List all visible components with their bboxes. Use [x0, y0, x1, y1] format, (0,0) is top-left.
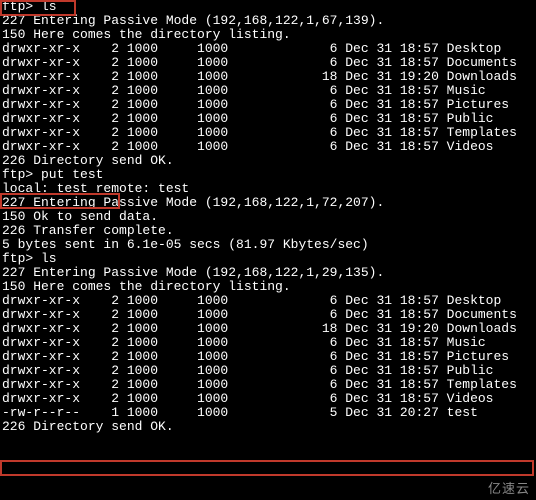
- terminal-line: drwxr-xr-x 2 1000 1000 6 Dec 31 18:57 Vi…: [2, 392, 534, 406]
- terminal-line: 227 Entering Passive Mode (192,168,122,1…: [2, 196, 534, 210]
- terminal-line: drwxr-xr-x 2 1000 1000 6 Dec 31 18:57 Pi…: [2, 350, 534, 364]
- watermark-text: 亿速云: [488, 482, 530, 496]
- terminal-line: 150 Here comes the directory listing.: [2, 280, 534, 294]
- terminal-line: 227 Entering Passive Mode (192,168,122,1…: [2, 14, 534, 28]
- terminal-line: 226 Transfer complete.: [2, 224, 534, 238]
- terminal-line: ftp> put test: [2, 168, 534, 182]
- terminal-line: 150 Here comes the directory listing.: [2, 28, 534, 42]
- terminal-line: drwxr-xr-x 2 1000 1000 6 Dec 31 18:57 De…: [2, 294, 534, 308]
- terminal-line: drwxr-xr-x 2 1000 1000 6 Dec 31 18:57 Te…: [2, 126, 534, 140]
- terminal-line: drwxr-xr-x 2 1000 1000 6 Dec 31 18:57 Te…: [2, 378, 534, 392]
- terminal-line: drwxr-xr-x 2 1000 1000 6 Dec 31 18:57 Do…: [2, 56, 534, 70]
- terminal-line: 227 Entering Passive Mode (192,168,122,1…: [2, 266, 534, 280]
- terminal-line: 5 bytes sent in 6.1e-05 secs (81.97 Kbyt…: [2, 238, 534, 252]
- terminal-line: drwxr-xr-x 2 1000 1000 6 Dec 31 18:57 De…: [2, 42, 534, 56]
- terminal-line: ftp> ls: [2, 0, 534, 14]
- highlight-box-test-row: [0, 460, 534, 476]
- terminal-line: -rw-r--r-- 1 1000 1000 5 Dec 31 20:27 te…: [2, 406, 534, 420]
- terminal-line: drwxr-xr-x 2 1000 1000 6 Dec 31 18:57 Pu…: [2, 364, 534, 378]
- terminal-line: local: test remote: test: [2, 182, 534, 196]
- terminal-line: drwxr-xr-x 2 1000 1000 6 Dec 31 18:57 Do…: [2, 308, 534, 322]
- terminal-line: ftp> ls: [2, 252, 534, 266]
- terminal-line: drwxr-xr-x 2 1000 1000 6 Dec 31 18:57 Mu…: [2, 84, 534, 98]
- terminal-output[interactable]: ftp> ls227 Entering Passive Mode (192,16…: [0, 0, 536, 434]
- terminal-line: 226 Directory send OK.: [2, 154, 534, 168]
- terminal-line: drwxr-xr-x 2 1000 1000 6 Dec 31 18:57 Pi…: [2, 98, 534, 112]
- terminal-line: drwxr-xr-x 2 1000 1000 6 Dec 31 18:57 Mu…: [2, 336, 534, 350]
- terminal-line: drwxr-xr-x 2 1000 1000 18 Dec 31 19:20 D…: [2, 322, 534, 336]
- terminal-line: 226 Directory send OK.: [2, 420, 534, 434]
- terminal-line: 150 Ok to send data.: [2, 210, 534, 224]
- terminal-line: drwxr-xr-x 2 1000 1000 18 Dec 31 19:20 D…: [2, 70, 534, 84]
- terminal-line: drwxr-xr-x 2 1000 1000 6 Dec 31 18:57 Pu…: [2, 112, 534, 126]
- terminal-line: drwxr-xr-x 2 1000 1000 6 Dec 31 18:57 Vi…: [2, 140, 534, 154]
